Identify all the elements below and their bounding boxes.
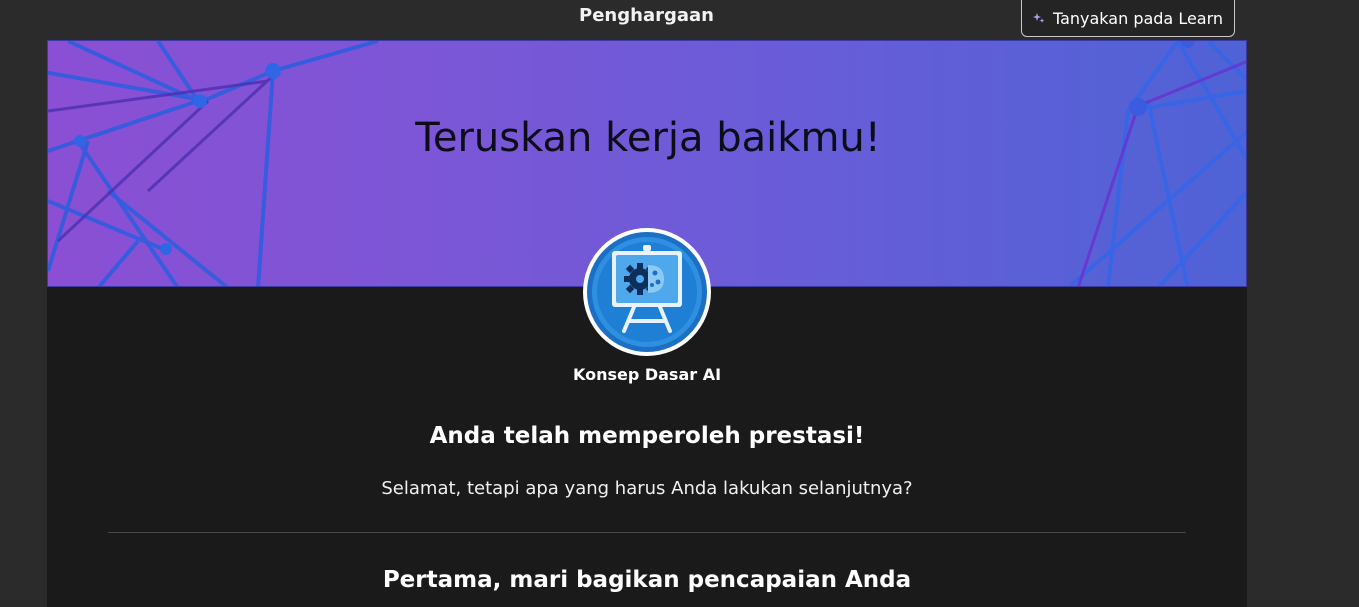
achievement-panel: Teruskan kerja baikmu! Konsep Dasar AI A… [47,40,1247,607]
share-heading: Pertama, mari bagikan pencapaian Anda [382,567,912,593]
achievement-heading: Anda telah memperoleh prestasi! [429,423,865,449]
ai-presentation-badge-icon [582,227,712,357]
achievement-subtext: Selamat, tetapi apa yang harus Anda laku… [381,478,913,499]
ask-learn-label: Tanyakan pada Learn [1052,8,1224,28]
badge-label: Konsep Dasar AI [572,365,722,384]
sparkle-icon [1032,9,1045,28]
section-divider [108,532,1186,533]
top-bar: Penghargaan Tanyakan pada Learn [0,0,1359,40]
banner-title: Teruskan kerja baikmu! [415,115,881,161]
ask-learn-button[interactable]: Tanyakan pada Learn [1021,0,1235,37]
